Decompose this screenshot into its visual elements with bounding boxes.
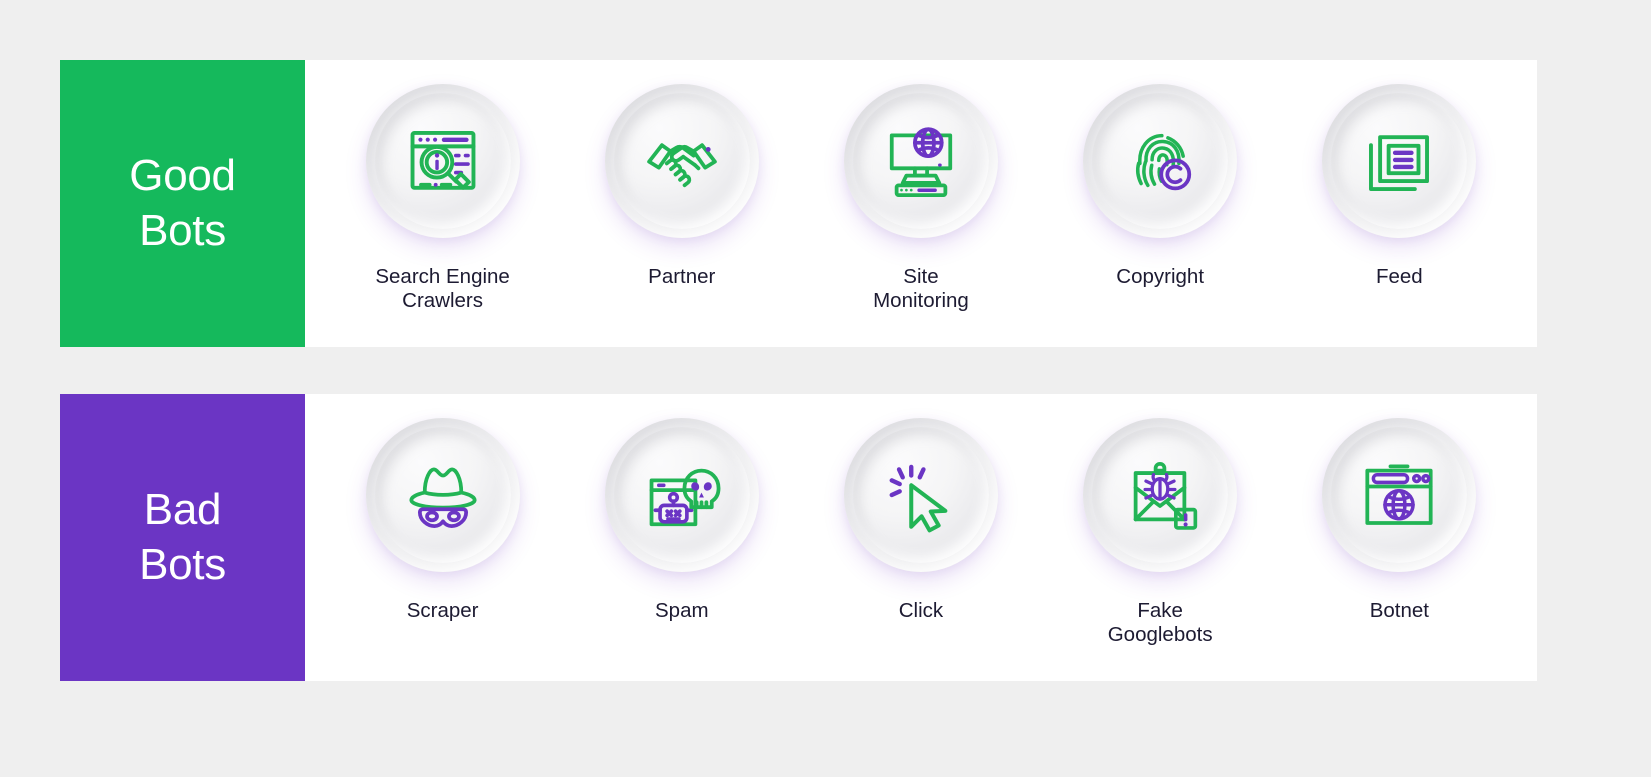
spam-robot-skull-icon: [649, 468, 721, 527]
label-line-1: Partner: [648, 265, 716, 288]
badge-feed: [1311, 73, 1488, 249]
badge-scraper: [354, 407, 531, 583]
label-line-2: Crawlers: [402, 288, 484, 312]
good-bots-items: Search Engine Crawlers Partner Site Moni…: [305, 60, 1537, 347]
bad-bots-title-line-1: Bad: [143, 485, 222, 535]
bad-bots-row: Bad Bots Scraper Spam Click Fake Googleb…: [60, 394, 1537, 681]
search-engine-crawler-icon: [410, 131, 476, 190]
good-bots-row: Good Bots Search Engine Crawlers Partner…: [60, 60, 1537, 347]
label-line-2: Googlebots: [1107, 622, 1213, 646]
bad-bot-item-scraper[interactable]: Scraper: [347, 407, 539, 623]
handshake-icon: [646, 143, 717, 188]
label-line-1: Scraper: [406, 599, 479, 622]
hat-mask-scraper-icon: [409, 467, 477, 528]
good-bots-title-line-1: Good: [129, 151, 236, 201]
badge-spam: [593, 407, 770, 583]
good-bots-category-panel: Good Bots: [60, 60, 305, 347]
click-cursor-icon: [889, 464, 948, 533]
label-line-1: Click: [898, 599, 944, 622]
good-bot-label-search-engine-crawlers: Search Engine Crawlers: [375, 265, 509, 313]
site-monitoring-icon: [889, 127, 953, 198]
label-line-1: Spam: [655, 599, 709, 622]
good-bot-item-search-engine-crawlers[interactable]: Search Engine Crawlers: [347, 73, 539, 313]
badge-fake-googlebots: [1072, 407, 1249, 583]
fingerprint-copyright-icon: [1136, 133, 1192, 191]
bad-bot-label-fake-googlebots: Fake Googlebots: [1108, 599, 1213, 647]
badge-site-monitoring: [832, 73, 1009, 249]
label-line-1: Feed: [1375, 265, 1423, 288]
good-bot-item-feed[interactable]: Feed: [1303, 73, 1495, 289]
good-bot-label-partner: Partner: [648, 265, 715, 289]
bad-bot-item-botnet[interactable]: Botnet: [1303, 407, 1495, 623]
badge-botnet: [1311, 407, 1488, 583]
badge-search-engine-crawlers: [354, 73, 531, 249]
label-line-1: Botnet: [1369, 599, 1429, 622]
good-bot-label-feed: Feed: [1376, 265, 1423, 289]
bad-bot-item-spam[interactable]: Spam: [586, 407, 778, 623]
bad-bot-label-botnet: Botnet: [1370, 599, 1429, 623]
bad-bot-item-click[interactable]: Click: [825, 407, 1017, 623]
bad-bots-title-line-2: Bots: [139, 539, 226, 589]
badge-copyright: [1072, 73, 1249, 249]
bad-bot-label-spam: Spam: [655, 599, 709, 623]
good-bot-item-site-monitoring[interactable]: Site Monitoring: [825, 73, 1017, 313]
feed-documents-icon: [1369, 135, 1430, 191]
label-line-2: Monitoring: [873, 288, 969, 312]
good-bots-title-line-2: Bots: [139, 205, 226, 255]
good-bot-item-copyright[interactable]: Copyright: [1064, 73, 1256, 289]
good-bot-item-partner[interactable]: Partner: [586, 73, 778, 289]
label-line-1: Fake: [1137, 599, 1183, 622]
label-line-1: Search Engine: [375, 265, 510, 288]
good-bot-label-copyright: Copyright: [1116, 265, 1204, 289]
bad-bot-item-fake-googlebots[interactable]: Fake Googlebots: [1064, 407, 1256, 647]
bad-bot-label-scraper: Scraper: [407, 599, 479, 623]
bad-bots-category-panel: Bad Bots: [60, 394, 305, 681]
label-line-1: Site: [903, 265, 939, 288]
label-line-1: Copyright: [1116, 265, 1205, 288]
bad-bot-label-click: Click: [899, 599, 943, 623]
envelope-bug-icon: [1133, 462, 1198, 530]
botnet-browser-globe-icon: [1365, 464, 1433, 525]
badge-click: [832, 407, 1009, 583]
bot-taxonomy-graphic: Good Bots Search Engine Crawlers Partner…: [0, 0, 1651, 777]
bad-bots-items: Scraper Spam Click Fake Googlebots Botne…: [305, 394, 1537, 681]
badge-partner: [593, 73, 770, 249]
good-bot-label-site-monitoring: Site Monitoring: [873, 265, 969, 313]
